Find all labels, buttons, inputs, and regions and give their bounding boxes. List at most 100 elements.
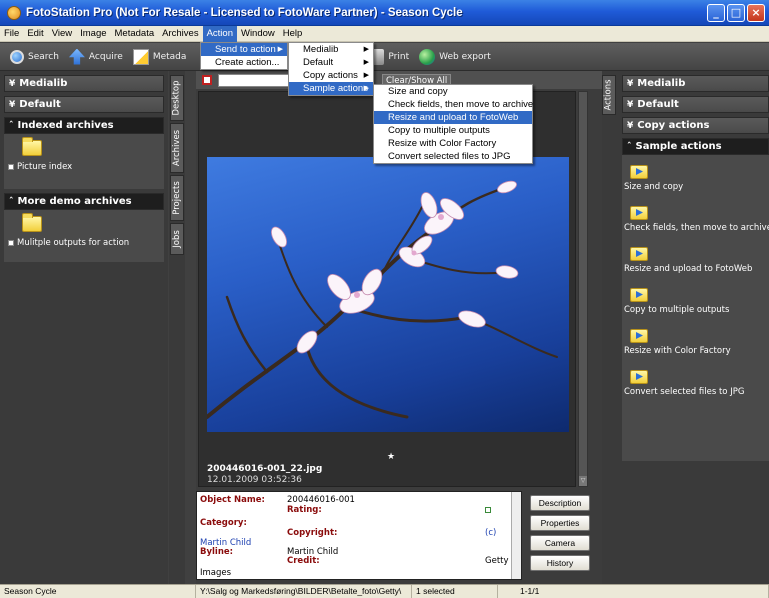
action-item[interactable]: Resize with Color Factory [624,346,769,356]
application-window: FotoStation Pro (Not For Resale - Licens… [0,0,769,598]
panel-header-more-demo-archives[interactable]: ˆ More demo archives [4,193,164,210]
panel-header-indexed-archives[interactable]: ˆ Indexed archives [4,117,164,134]
panel-header-medialib[interactable]: ¥ Medialib [4,75,164,92]
metadata-icon [132,48,149,65]
window-title: FotoStation Pro (Not For Resale - Licens… [26,6,463,19]
maximize-button[interactable]: □ [727,4,745,22]
sample-item-convert-jpg[interactable]: Convert selected files to JPG [374,150,532,163]
tab-desktop[interactable]: Desktop [170,75,184,121]
picture-index-item[interactable]: Picture index [8,162,164,172]
menu-window[interactable]: Window [237,26,279,42]
action-folder-icon[interactable] [630,247,648,261]
menu-file[interactable]: File [0,26,23,42]
folder-icon[interactable] [22,137,42,156]
metadata-scrollbar[interactable] [511,492,521,579]
history-button[interactable]: History [530,555,590,571]
panel-header-default[interactable]: ¥ Default [4,96,164,113]
action-folder-icon[interactable] [630,370,648,384]
submenu-item-default[interactable]: Default ▶ [289,56,373,69]
menu-archives[interactable]: Archives [158,26,202,42]
sample-item-resize-color-factory[interactable]: Resize with Color Factory [374,137,532,150]
sample-item-copy-multiple[interactable]: Copy to multiple outputs [374,124,532,137]
thumbnail-image[interactable] [207,157,569,432]
properties-button[interactable]: Properties [530,515,590,531]
action-folder-icon[interactable] [630,329,648,343]
sample-item-size-and-copy[interactable]: Size and copy [374,85,532,98]
action-item[interactable]: Check fields, then move to archive [624,223,769,233]
action-item[interactable]: Size and copy [624,182,769,192]
action-folder-icon[interactable] [630,165,648,179]
metadata-button[interactable]: Metada [132,48,186,65]
metadata-tab-buttons: Description Properties Camera History [524,495,600,575]
description-button[interactable]: Description [530,495,590,511]
panel-header-copy-actions[interactable]: ¥ Copy actions [622,117,769,134]
copyright-value: (c) [485,528,497,538]
menu-help[interactable]: Help [279,26,307,42]
more-demo-archives-body: Mulitple outputs for action [4,210,164,262]
action-menu: Send to action ▶ Create action... [200,42,288,70]
menu-item-send-to-action[interactable]: Send to action ▶ [201,43,287,56]
tab-projects[interactable]: Projects [170,175,184,221]
status-bar: Season Cycle Y:\Salg og Markedsføring\BI… [0,584,769,598]
main-toolbar: Search Acquire Metada Print Web export [0,43,769,71]
action-folder-icon[interactable] [630,206,648,220]
close-button[interactable]: × [747,4,765,22]
action-item[interactable]: Resize and upload to FotoWeb [624,264,769,274]
multiple-outputs-item[interactable]: Mulitple outputs for action [8,238,164,248]
action-item[interactable]: Copy to multiple outputs [624,305,769,315]
submenu-item-medialib[interactable]: Medialib ▶ [289,43,373,56]
title-bar: FotoStation Pro (Not For Resale - Licens… [0,0,769,26]
credit-label: Credit: [287,556,320,566]
minimize-button[interactable]: _ [707,4,725,22]
thumbnail-filename: 200446016-001_22.jpg [207,464,323,474]
star-icon[interactable]: ★ [387,452,395,462]
menu-bar: File Edit View Image Metadata Archives A… [0,25,769,42]
thumbnail-scrollbar[interactable]: ▽ [578,91,588,487]
tag-icon[interactable] [202,75,212,85]
app-icon [7,5,21,20]
status-archive-name: Season Cycle [0,585,196,598]
chevron-down-icon: ¥ [9,99,16,110]
thumbnail-date: 12.01.2009 03:52:36 [207,475,302,485]
print-button[interactable]: Print [368,48,409,65]
byline-label: Byline: [200,547,234,557]
panel-header-default-right[interactable]: ¥ Default [622,96,769,113]
rating-checkbox[interactable] [485,507,491,513]
submenu-item-copy-actions[interactable]: Copy actions ▶ [289,69,373,82]
right-dock: ¥ Medialib ¥ Default ¥ Copy actions ˆ Sample… [616,71,769,584]
action-folder-icon[interactable] [630,288,648,302]
archive-icon [8,240,14,246]
panel-header-medialib-right[interactable]: ¥ Medialib [622,75,769,92]
sample-actions-submenu: Size and copy Check fields, then move to… [373,84,533,164]
menu-action[interactable]: Action [202,25,237,42]
left-dock: ¥ Medialib ¥ Default ˆ Indexed archives Pic… [0,71,168,584]
menu-item-create-action[interactable]: Create action... [201,56,287,69]
camera-button[interactable]: Camera [530,535,590,551]
menu-view[interactable]: View [48,26,76,42]
sample-item-resize-upload-fotoweb[interactable]: Resize and upload to FotoWeb [374,111,532,124]
credit-value: Getty [485,556,509,566]
tab-actions[interactable]: Actions [602,75,616,115]
chevron-down-icon: ¥ [627,78,634,89]
acquire-button[interactable]: Acquire [68,48,123,65]
web-export-button[interactable]: Web export [419,48,491,65]
chevron-down-icon: ¥ [9,78,16,89]
acquire-icon [68,48,85,65]
tab-archives[interactable]: Archives [170,123,184,173]
chevron-up-icon: ˆ [9,120,14,131]
folder-icon[interactable] [22,213,42,232]
panel-header-sample-actions[interactable]: ˆ Sample actions [622,138,769,155]
action-item[interactable]: Convert selected files to JPG [624,387,769,397]
sample-item-check-fields[interactable]: Check fields, then move to archive [374,98,533,111]
submenu-arrow-icon: ▶ [363,72,369,79]
menu-image[interactable]: Image [76,26,110,42]
search-icon [10,49,24,64]
scroll-down-icon[interactable]: ▽ [579,476,587,486]
submenu-arrow-icon: ▶ [363,46,369,53]
images-value: Images [200,568,232,578]
menu-metadata[interactable]: Metadata [111,26,159,42]
search-button[interactable]: Search [10,49,59,64]
tab-jobs[interactable]: Jobs [170,223,184,255]
submenu-item-sample-actions[interactable]: Sample actions ▶ [289,82,373,95]
menu-edit[interactable]: Edit [23,26,47,42]
